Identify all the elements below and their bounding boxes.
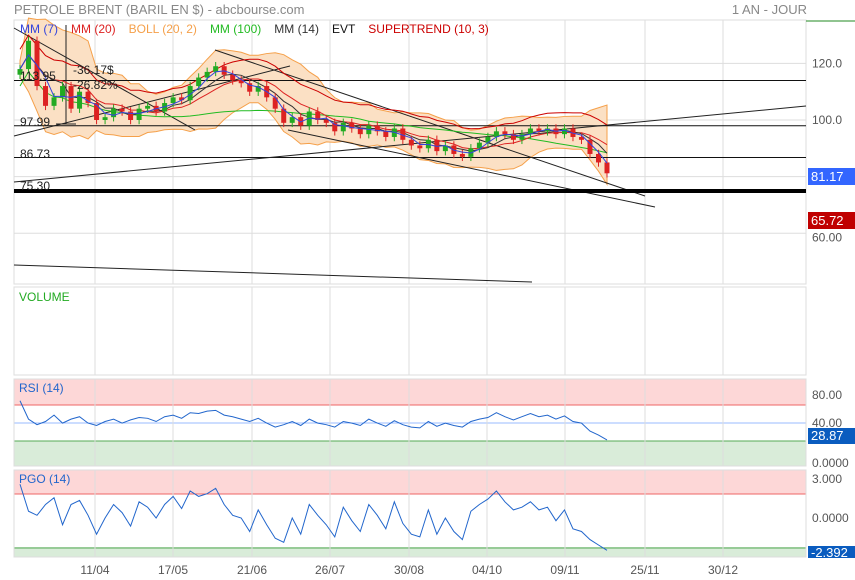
legend-item[interactable]: BOLL (20, 2) [129, 22, 197, 36]
last-price-badge: 81.17 [808, 168, 855, 185]
candle-body [289, 117, 295, 123]
period-label[interactable]: 1 AN - JOUR [732, 2, 807, 17]
y-tick-label: 100.0 [812, 113, 842, 127]
legend-item[interactable]: MM (20) [71, 22, 116, 36]
volume-panel [13, 286, 807, 376]
annotation-delta-pct: -26.82% [73, 78, 118, 92]
rsi-value-badge: 28.87 [808, 428, 855, 444]
indicator-tick-label: 0.0000 [812, 456, 849, 470]
candle-body [119, 108, 125, 112]
rsi-oversold-zone [14, 441, 806, 466]
chart-container: 11/04 17/05 21/06 26/07 30/08 04/10 09/11 25/11… [0, 0, 855, 580]
candle-body [604, 162, 610, 174]
candle-body [51, 97, 57, 106]
chart-svg: 11/04 17/05 21/06 26/07 30/08 04/10 09/11 25/11… [13, 17, 855, 577]
candle-body [170, 97, 176, 104]
indicator-legend: MM (7) MM (20) BOLL (20, 2) MM (100) MM (14)… [20, 22, 489, 36]
rsi-overbought-zone [14, 379, 806, 405]
candle-body [111, 108, 117, 118]
legend-item[interactable]: EVT [332, 22, 355, 36]
pgo-label: PGO (14) [19, 472, 71, 486]
candle-body [60, 86, 66, 98]
y-tick-label: 120.0 [812, 56, 842, 70]
legend-item[interactable]: MM (14) [274, 22, 319, 36]
legend-item[interactable]: MM (100) [210, 22, 261, 36]
volume-label: VOLUME [19, 290, 70, 304]
x-tick-label: 30/08 [394, 563, 424, 577]
x-tick-label: 09/11 [550, 563, 579, 577]
indicator-tick-label: 80.00 [812, 388, 842, 402]
candle-body [213, 66, 219, 72]
level-label-1: 113.95 [20, 69, 56, 83]
candle-body [43, 86, 49, 106]
legend-item[interactable]: MM (7) [20, 22, 58, 36]
candle-body [340, 122, 346, 132]
annotation-delta-abs: -36.17$ [73, 63, 114, 77]
y-tick-label: 60.00 [812, 230, 842, 244]
candle-body [196, 77, 202, 87]
candle-body [145, 105, 151, 109]
level-label-3: 86.73 [20, 147, 51, 161]
candle-body [408, 139, 414, 146]
x-tick-label: 26/07 [315, 563, 345, 577]
candle-body [77, 91, 83, 109]
level-label-4: 75.30 [20, 179, 51, 193]
candle-body [102, 117, 108, 120]
candle-body [272, 97, 278, 109]
supertrend-badge: 65.72 [808, 212, 855, 229]
rsi-line [19, 400, 608, 441]
chart-title: PETROLE BRENT (BARIL EN $) - abcbourse.c… [14, 2, 305, 17]
x-tick-label: 11/04 [80, 563, 109, 577]
pgo-value-badge: -2.392 [808, 546, 855, 558]
x-tick-label: 30/12 [708, 563, 738, 577]
candle-body [357, 128, 363, 135]
candle-body [417, 145, 423, 149]
candle-body [323, 120, 329, 123]
candle-body [230, 74, 236, 81]
candle-body [595, 153, 601, 163]
pgo-high-zone [14, 470, 806, 494]
x-tick-label: 04/10 [472, 563, 502, 577]
candle-body [519, 134, 525, 140]
x-tick-label: 21/06 [237, 563, 267, 577]
candle-body [136, 108, 142, 120]
indicator-tick-label: 0.0000 [812, 511, 849, 525]
indicator-tick-label: 3.000 [812, 472, 842, 486]
level-label-2: 97.99 [20, 115, 51, 129]
rsi-label: RSI (14) [19, 381, 64, 395]
candle-body [383, 131, 389, 137]
candle-body [434, 139, 440, 152]
legend-item[interactable]: SUPERTREND (10, 3) [368, 22, 488, 36]
x-tick-label: 25/11 [630, 563, 659, 577]
x-tick-label: 17/05 [158, 563, 188, 577]
bollinger-band [19, 17, 608, 187]
candle-body [459, 153, 465, 157]
